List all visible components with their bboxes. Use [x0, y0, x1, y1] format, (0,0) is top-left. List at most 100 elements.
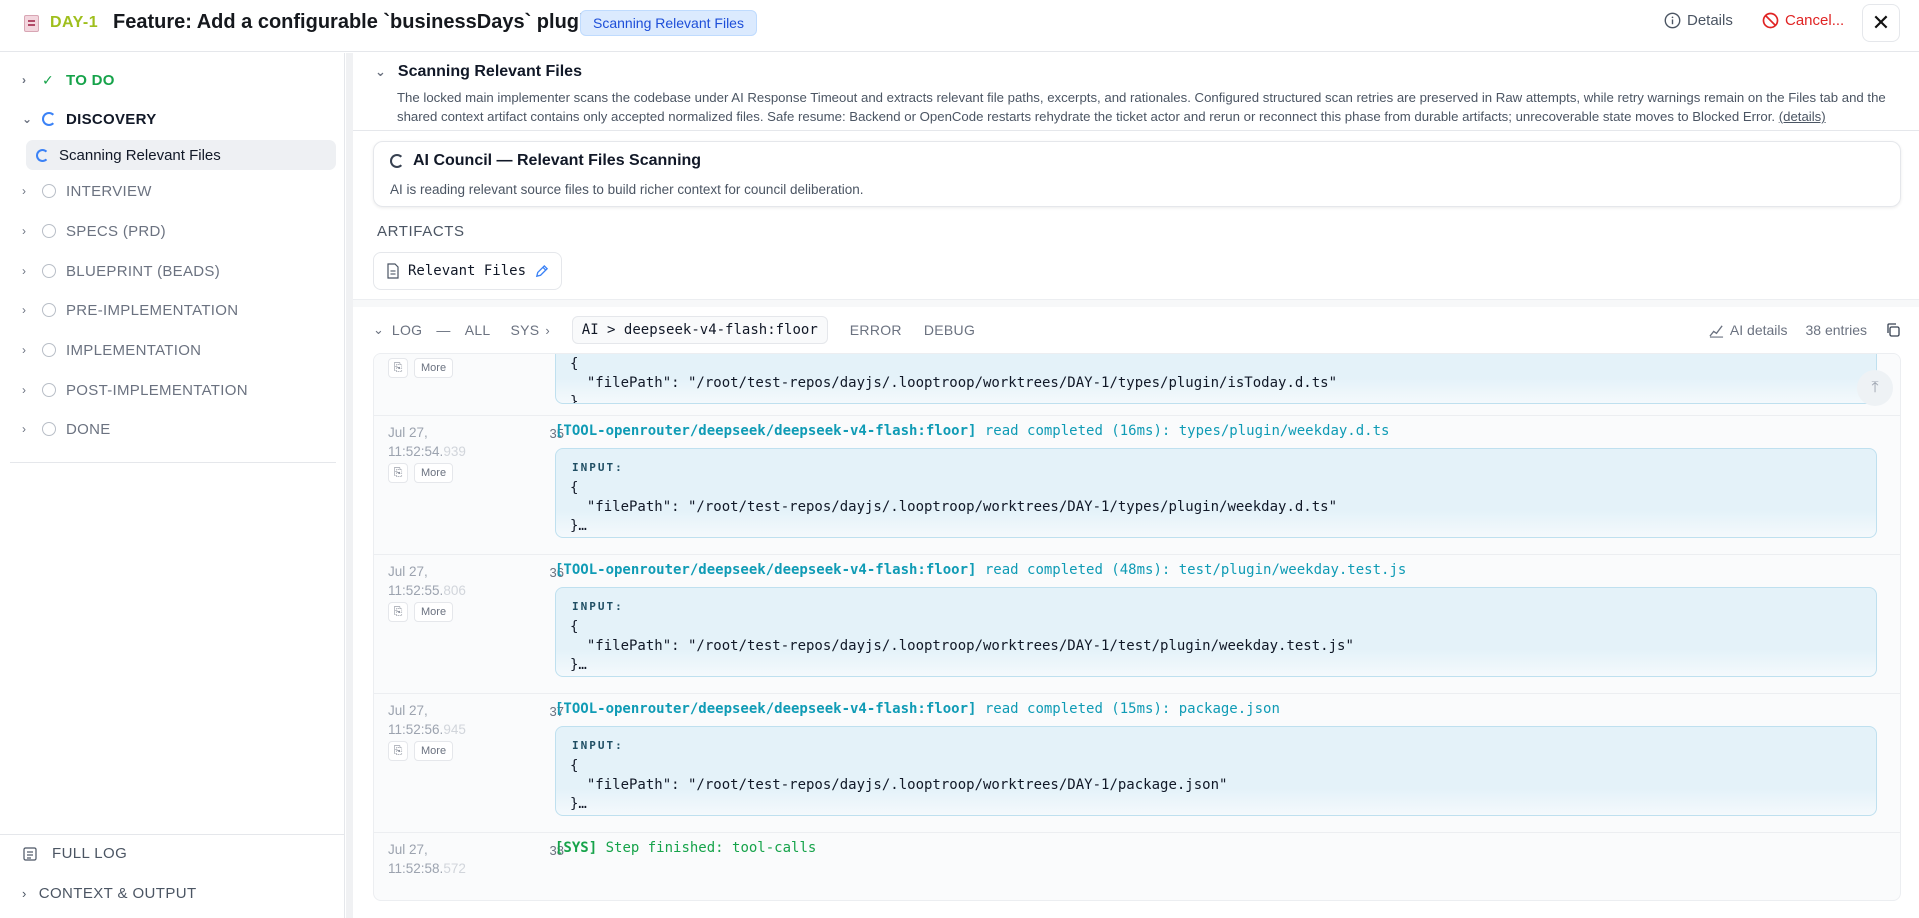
- council-title-text: AI Council — Relevant Files Scanning: [413, 152, 702, 169]
- copy-icon[interactable]: ⎘: [388, 602, 408, 622]
- artifacts-divider: [353, 299, 1919, 307]
- chevron-right-icon: ›: [22, 422, 27, 436]
- input-box: INPUT: { "filePath": "/root/test-repos/d…: [555, 448, 1877, 538]
- ticket-icon: [24, 15, 39, 32]
- input-box: INPUT: { "filePath": "/root/test-repos/d…: [555, 587, 1877, 677]
- chart-icon: [1709, 324, 1723, 338]
- sidebar-item-specs[interactable]: › SPECS (PRD): [22, 219, 166, 243]
- full-log-link[interactable]: FULL LOG: [22, 845, 127, 862]
- pencil-icon[interactable]: [534, 264, 549, 279]
- more-button[interactable]: More: [414, 741, 454, 761]
- check-icon: ✓: [42, 71, 55, 88]
- spinner-icon: [36, 148, 49, 162]
- sidebar-resize-handle[interactable]: [346, 53, 353, 918]
- input-json: { "filePath": "/root/test-repos/dayjs/.l…: [570, 356, 1338, 404]
- sidebar-item-post-implementation[interactable]: › POST-IMPLEMENTATION: [22, 378, 248, 402]
- entry-tools: ⎘ More: [388, 358, 454, 378]
- copy-icon[interactable]: [1885, 322, 1901, 338]
- log-toolbar-right: AI details 38 entries: [1709, 311, 1901, 349]
- entry-tools: ⎘ More: [388, 463, 454, 483]
- phase-label: SPECS (PRD): [66, 222, 166, 240]
- sidebar-item-interview[interactable]: › INTERVIEW: [22, 179, 152, 203]
- details-button[interactable]: Details: [1664, 12, 1733, 29]
- input-box: INPUT: { "filePath": "/root/test-repos/d…: [555, 726, 1877, 816]
- phase-label: IMPLEMENTATION: [66, 341, 202, 359]
- chevron-right-icon: ›: [22, 303, 27, 317]
- chevron-right-icon: ›: [22, 184, 27, 198]
- arrow-up-icon: ⤒: [1871, 379, 1879, 396]
- scroll-to-top-button[interactable]: ⤒: [1857, 370, 1893, 406]
- sidebar-item-todo[interactable]: › ✓ TO DO: [22, 68, 115, 92]
- log-toolbar: ⌄ LOG — ALL SYS › AI > deepseek-v4-flash…: [373, 311, 1901, 349]
- sidebar-item-pre-implementation[interactable]: › PRE-IMPLEMENTATION: [22, 298, 238, 322]
- ticket-title: Feature: Add a configurable `businessDay…: [113, 11, 597, 33]
- cancel-label: Cancel...: [1785, 12, 1845, 29]
- more-button[interactable]: More: [414, 463, 454, 483]
- pending-circle-icon: [42, 303, 56, 317]
- sidebar-divider: [10, 462, 336, 463]
- log-list[interactable]: ⎘ More { "filePath": "/root/test-repos/d…: [373, 353, 1901, 901]
- spinner-icon: [42, 112, 56, 126]
- log-label[interactable]: LOG: [392, 322, 422, 338]
- filter-ai-model[interactable]: AI > deepseek-v4-flash:floor: [571, 316, 828, 344]
- filter-error[interactable]: ERROR: [850, 322, 902, 338]
- entry-timestamp: Jul 27, 11:52:54.939: [388, 425, 466, 459]
- section-divider: [353, 130, 1919, 131]
- log-entry: Jul 27, 11:52:56.945 ⎘ More 37 [TOOL-ope…: [374, 694, 1900, 833]
- ai-details-button[interactable]: AI details: [1709, 322, 1788, 338]
- chevron-right-icon: ›: [22, 224, 27, 238]
- entries-count: 38 entries: [1805, 322, 1867, 338]
- chevron-right-icon: ›: [22, 383, 27, 397]
- more-button[interactable]: More: [414, 602, 454, 622]
- file-icon: [387, 263, 399, 279]
- chevron-right-icon: ›: [22, 73, 27, 87]
- entry-timestamp: Jul 27, 11:52:56.945: [388, 703, 466, 737]
- artifact-label: Relevant Files: [408, 263, 527, 279]
- pending-circle-icon: [42, 264, 56, 278]
- input-label: INPUT:: [572, 739, 624, 752]
- section-description: The locked main implementer scans the co…: [397, 88, 1897, 126]
- description-text: The locked main implementer scans the co…: [397, 90, 1886, 124]
- substep-scanning-relevant-files[interactable]: Scanning Relevant Files: [26, 140, 336, 170]
- sidebar-item-blueprint[interactable]: › BLUEPRINT (BEADS): [22, 259, 220, 283]
- entry-message: [TOOL-openrouter/deepseek/deepseek-v4-fl…: [555, 423, 1390, 439]
- details-label: Details: [1687, 12, 1733, 29]
- sidebar-item-implementation[interactable]: › IMPLEMENTATION: [22, 338, 201, 362]
- status-badge: Scanning Relevant Files: [580, 10, 757, 36]
- substep-label: Scanning Relevant Files: [59, 146, 221, 164]
- copy-icon[interactable]: ⎘: [388, 463, 408, 483]
- log-dash: —: [436, 322, 451, 338]
- filter-sys[interactable]: SYS: [511, 322, 540, 338]
- context-output-label: CONTEXT & OUTPUT: [38, 885, 197, 902]
- chevron-right-icon: ›: [545, 322, 550, 338]
- copy-icon[interactable]: ⎘: [388, 741, 408, 761]
- phase-label: TO DO: [66, 71, 115, 89]
- council-subtitle: AI is reading relevant source files to b…: [390, 182, 864, 197]
- close-button[interactable]: ✕: [1862, 4, 1900, 42]
- info-icon: [1664, 12, 1681, 29]
- sidebar-item-discovery[interactable]: ⌄ DISCOVERY: [22, 107, 157, 131]
- sidebar-item-done[interactable]: › DONE: [22, 417, 111, 441]
- more-button[interactable]: More: [414, 358, 454, 378]
- sidebar-footer-divider: [0, 834, 345, 835]
- filter-debug[interactable]: DEBUG: [924, 322, 975, 338]
- pending-circle-icon: [42, 422, 56, 436]
- phase-label: DISCOVERY: [66, 110, 157, 128]
- council-title: AI Council — Relevant Files Scanning: [390, 152, 701, 170]
- phase-label: BLUEPRINT (BEADS): [66, 262, 221, 280]
- details-link[interactable]: (details): [1779, 109, 1826, 124]
- cancel-button[interactable]: Cancel...: [1762, 12, 1844, 29]
- entry-timestamp: Jul 27, 11:52:58.572: [388, 842, 466, 876]
- entry-timestamp: Jul 27, 11:52:55.806: [388, 564, 466, 598]
- ai-details-label: AI details: [1729, 322, 1788, 338]
- context-output-toggle[interactable]: › CONTEXT & OUTPUT: [22, 885, 197, 902]
- filter-all[interactable]: ALL: [465, 322, 491, 338]
- chevron-down-icon[interactable]: ⌄: [373, 322, 384, 338]
- section-header[interactable]: ⌄ Scanning Relevant Files: [375, 63, 582, 81]
- copy-icon[interactable]: ⎘: [388, 358, 408, 378]
- artifact-relevant-files[interactable]: Relevant Files: [373, 252, 563, 290]
- input-label: INPUT:: [572, 461, 624, 474]
- input-label: INPUT:: [572, 600, 624, 613]
- log-icon: [23, 846, 37, 861]
- log-entry: Jul 27, 11:52:58.572 38 [SYS] Step finis…: [374, 833, 1900, 900]
